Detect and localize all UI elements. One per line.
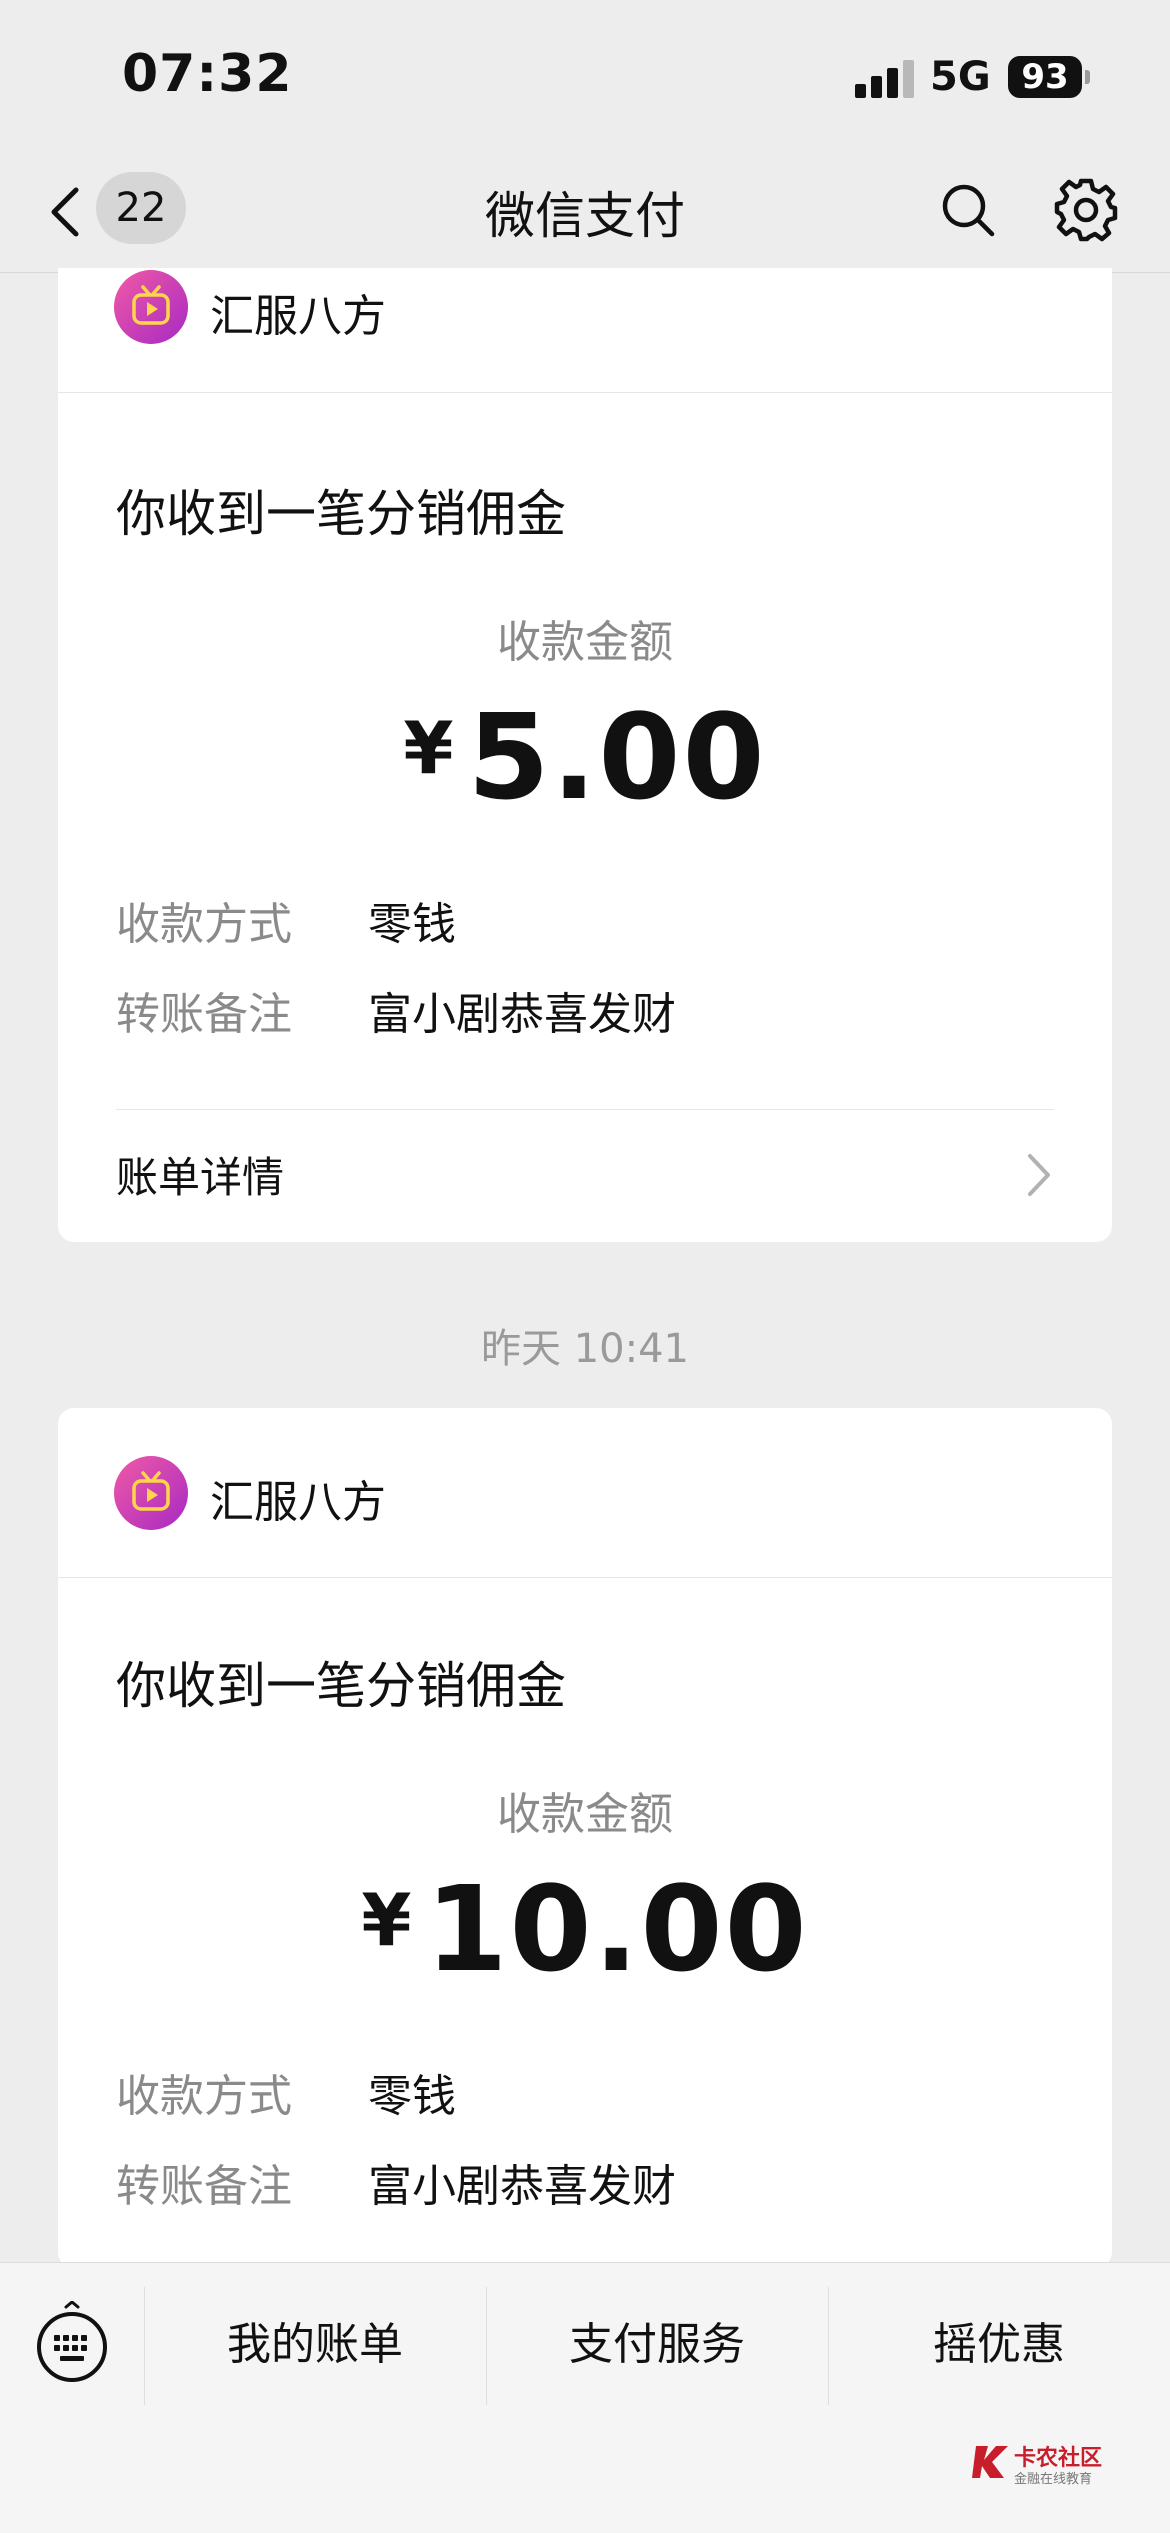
search-icon[interactable] xyxy=(938,180,998,240)
menu-shake-deals[interactable]: 摇优惠 xyxy=(829,2285,1169,2405)
currency-symbol: ¥ xyxy=(361,1878,412,1962)
amount-label: 收款金额 xyxy=(497,1789,673,1840)
remark-label: 转账备注 xyxy=(116,989,292,1040)
card-header[interactable]: 汇服八方 xyxy=(58,1408,1112,1578)
watermark: 卡农社区 金融在线教育 xyxy=(970,2440,1120,2496)
status-bar: 07:32 5G 93 xyxy=(0,0,1170,150)
card-header[interactable]: 汇服八方 xyxy=(58,268,1112,393)
menu-my-bills[interactable]: 我的账单 xyxy=(145,2285,485,2405)
gear-icon[interactable] xyxy=(1054,178,1118,242)
payment-notice-card: 汇服八方 你收到一笔分销佣金 收款金额 ¥5.00 收款方式 零钱 转账备注 富… xyxy=(58,268,1112,1242)
tv-app-icon xyxy=(114,1456,188,1530)
remark-label: 转账备注 xyxy=(116,2161,292,2212)
chevron-right-icon[interactable] xyxy=(1024,1152,1054,1198)
network-type: 5G xyxy=(930,54,991,100)
battery-tip xyxy=(1085,70,1090,84)
payment-method-value: 零钱 xyxy=(368,899,456,950)
battery-icon: 93 xyxy=(1008,56,1082,98)
watermark-subtitle: 金融在线教育 xyxy=(1014,2472,1093,2487)
cellular-signal-icon xyxy=(855,58,917,98)
app-name: 汇服八方 xyxy=(210,1477,386,1528)
keyboard-icon[interactable] xyxy=(30,2301,114,2385)
nav-bar: 22 微信支付 xyxy=(0,150,1170,273)
message-title: 你收到一笔分销佣金 xyxy=(116,485,566,543)
amount-value: ¥10.00 xyxy=(58,1860,1112,1998)
remark-value: 富小剧恭喜发财 xyxy=(368,989,676,1040)
payment-method-label: 收款方式 xyxy=(116,2071,292,2122)
remark-value: 富小剧恭喜发财 xyxy=(368,2161,676,2212)
watermark-logo-icon xyxy=(972,2446,1008,2478)
bill-detail-link[interactable]: 账单详情 xyxy=(116,1144,284,1205)
amount-number: 10.00 xyxy=(425,1860,809,1998)
amount-number: 5.00 xyxy=(467,688,767,826)
payment-method-value: 零钱 xyxy=(368,2071,456,2122)
amount-label: 收款金额 xyxy=(497,617,673,668)
currency-symbol: ¥ xyxy=(403,706,454,790)
amount-value: ¥5.00 xyxy=(58,688,1112,826)
tv-app-icon xyxy=(114,270,188,344)
divider xyxy=(116,1109,1054,1110)
message-timestamp: 昨天 10:41 xyxy=(481,1326,689,1372)
message-title: 你收到一笔分销佣金 xyxy=(116,1657,566,1715)
status-time: 07:32 xyxy=(122,44,293,104)
menu-payment-services[interactable]: 支付服务 xyxy=(487,2285,827,2405)
app-name: 汇服八方 xyxy=(210,291,386,342)
payment-notice-card: 汇服八方 你收到一笔分销佣金 收款金额 ¥10.00 收款方式 零钱 转账备注 … xyxy=(58,1408,1112,2268)
payment-method-label: 收款方式 xyxy=(116,899,292,950)
